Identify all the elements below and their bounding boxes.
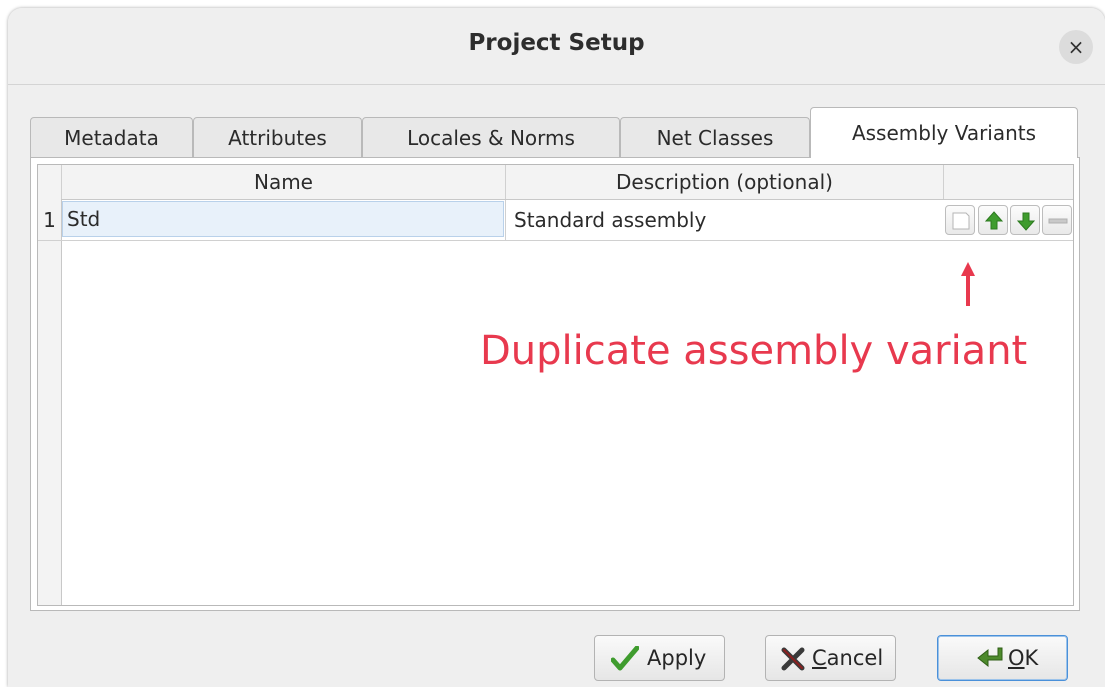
ok-button[interactable]: OK bbox=[937, 635, 1068, 681]
close-icon: × bbox=[1067, 35, 1085, 59]
header-actions bbox=[944, 165, 1073, 199]
assembly-variants-panel: Name Description (optional) 1 Std Standa… bbox=[30, 157, 1080, 611]
ok-arrow-icon bbox=[977, 647, 1003, 668]
cancel-label: Cancel bbox=[812, 636, 883, 680]
cancel-mnemonic: C bbox=[812, 646, 827, 670]
cancel-label-rest: ancel bbox=[826, 646, 884, 670]
cancel-button[interactable]: Cancel bbox=[765, 635, 896, 681]
row-number-column bbox=[38, 199, 62, 605]
header-corner bbox=[38, 165, 62, 199]
row-number: 1 bbox=[38, 200, 61, 240]
cancel-x-icon bbox=[781, 647, 805, 671]
ok-label-rest: K bbox=[1024, 646, 1039, 670]
move-up-button[interactable] bbox=[978, 205, 1008, 235]
checkmark-icon bbox=[611, 646, 639, 671]
variant-name-cell[interactable]: Std bbox=[62, 201, 504, 237]
tab-label: Assembly Variants bbox=[851, 121, 1037, 145]
tab-assembly-variants[interactable]: Assembly Variants bbox=[810, 107, 1078, 158]
tab-attributes[interactable]: Attributes bbox=[193, 117, 362, 157]
apply-label: Apply bbox=[647, 646, 707, 670]
title-bar: Project Setup × bbox=[8, 8, 1105, 85]
dialog-title: Project Setup bbox=[468, 30, 645, 56]
table-header: Name Description (optional) bbox=[38, 165, 1073, 200]
tab-metadata[interactable]: Metadata bbox=[30, 117, 193, 157]
ok-label: OK bbox=[1008, 636, 1038, 680]
annotation-label: Duplicate assembly variant bbox=[480, 328, 1028, 374]
move-up-icon bbox=[984, 211, 1004, 230]
remove-icon bbox=[1048, 218, 1068, 224]
tab-locales-norms[interactable]: Locales & Norms bbox=[362, 117, 620, 157]
variant-description-cell[interactable]: Standard assembly bbox=[505, 200, 943, 240]
header-description: Description (optional) bbox=[506, 165, 944, 199]
remove-button[interactable] bbox=[1042, 205, 1072, 235]
apply-button[interactable]: Apply bbox=[594, 635, 725, 681]
duplicate-button[interactable] bbox=[945, 205, 975, 235]
move-down-button[interactable] bbox=[1010, 205, 1040, 235]
header-name: Name bbox=[62, 165, 506, 199]
close-button[interactable]: × bbox=[1059, 30, 1093, 64]
annotation-arrow-icon bbox=[961, 262, 975, 306]
ok-mnemonic: O bbox=[1008, 646, 1025, 670]
project-setup-dialog: Project Setup × Metadata Attributes Loca… bbox=[8, 8, 1105, 687]
assembly-variants-table: Name Description (optional) 1 Std Standa… bbox=[37, 164, 1074, 606]
tab-net-classes[interactable]: Net Classes bbox=[620, 117, 810, 157]
table-row: 1 Std Standard assembly bbox=[38, 200, 1073, 241]
tab-label: Locales & Norms bbox=[407, 126, 575, 150]
tab-label: Net Classes bbox=[656, 126, 774, 150]
tab-label: Metadata bbox=[64, 126, 159, 150]
tab-label: Attributes bbox=[228, 126, 327, 150]
move-down-icon bbox=[1016, 212, 1036, 231]
duplicate-icon bbox=[952, 212, 970, 230]
